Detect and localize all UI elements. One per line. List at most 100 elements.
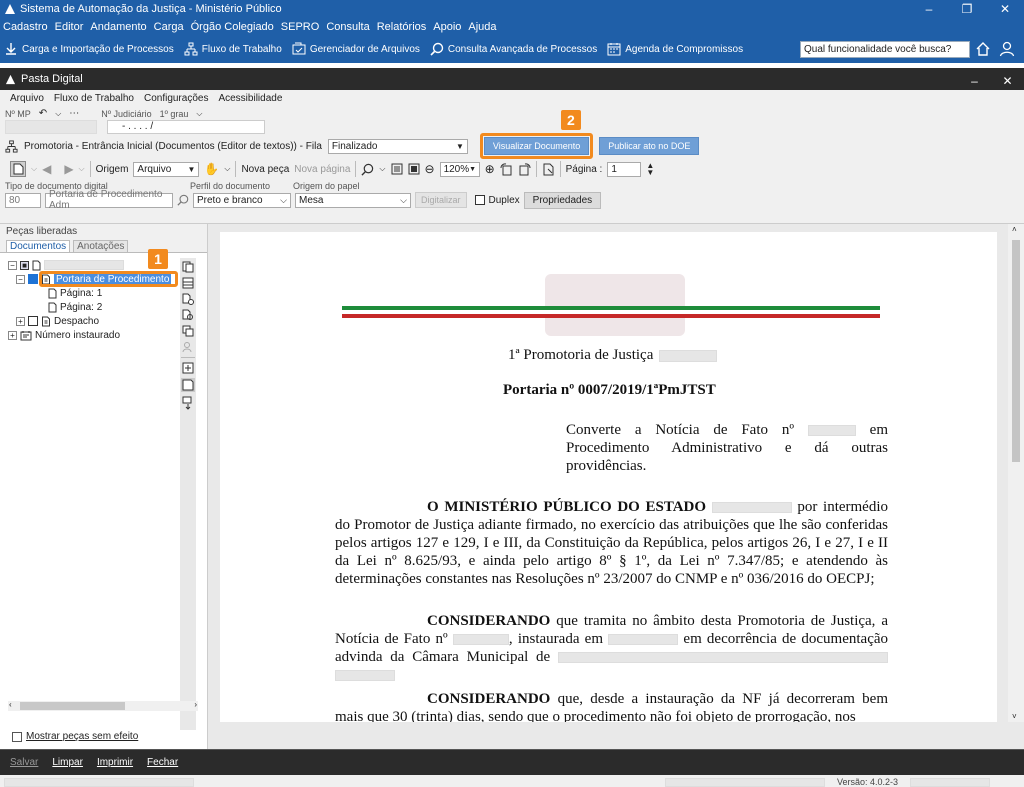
menu-ajuda[interactable]: Ajuda	[468, 21, 496, 33]
chevron-down-icon[interactable]: ⌵	[224, 164, 230, 174]
fechar-button[interactable]: Fechar	[147, 757, 178, 768]
add-page-icon[interactable]	[182, 362, 194, 374]
zoom-search-icon[interactable]	[361, 163, 374, 176]
child-close-button[interactable]: ✕	[991, 70, 1024, 88]
scroll-right-icon[interactable]: ›	[194, 700, 197, 709]
menu-cadastro[interactable]: Cadastro	[3, 21, 48, 33]
mostrar-pecas-checkbox[interactable]	[12, 731, 22, 742]
scroll-down-icon[interactable]: ˅	[1012, 712, 1017, 721]
child-minimize-button[interactable]: –	[958, 70, 991, 88]
quick-carga-importacao[interactable]: Carga e Importação de Processos	[4, 42, 174, 56]
quick-agenda[interactable]: Agenda de Compromissos	[607, 42, 743, 56]
menu-sepro[interactable]: SEPRO	[281, 21, 320, 33]
zoom-in-icon[interactable]: ⊕	[485, 162, 495, 176]
rotate-left-icon[interactable]	[500, 162, 513, 176]
zoom-select[interactable]: 120% ▼	[439, 161, 480, 177]
menu-andamento[interactable]: Andamento	[90, 21, 146, 33]
menu-apoio[interactable]: Apoio	[433, 21, 461, 33]
feature-search-input[interactable]: Qual funcionalidade você busca?	[800, 40, 970, 58]
chevron-down-icon[interactable]: ⌵	[79, 164, 85, 174]
page-select-icon[interactable]	[542, 163, 555, 176]
chevron-down-icon[interactable]: ⌵	[55, 109, 61, 119]
tree-item-despacho[interactable]: + Despacho	[8, 314, 178, 328]
user-button[interactable]	[996, 41, 1018, 57]
portaria-checkbox[interactable]	[28, 274, 38, 284]
tipo-code-field[interactable]: 80	[5, 192, 41, 208]
menu-relatorios[interactable]: Relatórios	[377, 21, 427, 33]
digitalizar-button[interactable]: Digitalizar	[415, 192, 467, 208]
nova-pagina-button[interactable]: Nova página	[294, 164, 350, 175]
zoom-out-icon[interactable]: ⊖	[425, 162, 435, 176]
hand-icon[interactable]: ✋	[204, 162, 219, 176]
expand-minus-icon[interactable]: −	[8, 260, 17, 270]
fila-select[interactable]: Finalizado ▼	[327, 138, 468, 154]
tab-anotacoes[interactable]: Anotações	[73, 239, 129, 252]
tipo-documento-field[interactable]: Portaria de Procedimento Adm	[45, 189, 173, 211]
fit-page-icon[interactable]	[408, 163, 420, 175]
limpar-button[interactable]: Limpar	[52, 757, 83, 768]
expand-plus-icon[interactable]: +	[8, 330, 17, 340]
origem-papel-select[interactable]: Mesa ⌵	[295, 192, 411, 208]
tree-horizontal-scrollbar[interactable]: ‹ ›	[8, 700, 198, 711]
menu-fluxo-trabalho[interactable]: Fluxo de Trabalho	[54, 93, 134, 104]
restore-button[interactable]: ❐	[948, 0, 986, 18]
scroll-left-icon[interactable]: ‹	[9, 700, 12, 709]
menu-consulta[interactable]: Consulta	[326, 21, 369, 33]
viewer-scrollbar-thumb[interactable]	[1012, 240, 1020, 462]
viewer-vertical-scrollbar[interactable]: ˄ ˅	[1008, 224, 1024, 722]
tree-item-numero[interactable]: + Número instaurado	[8, 328, 178, 342]
salvar-button[interactable]: Salvar	[10, 757, 38, 768]
list-view-icon[interactable]	[182, 277, 194, 289]
quick-consulta-avancada[interactable]: Consulta Avançada de Processos	[430, 42, 597, 56]
mp-number-field[interactable]	[5, 120, 97, 134]
disabled-users-icon[interactable]	[182, 341, 194, 353]
visualizar-documento-button[interactable]: Visualizar Documento	[483, 137, 590, 155]
document-view-toggle[interactable]	[10, 161, 26, 177]
close-button[interactable]: ✕	[986, 0, 1024, 18]
judicial-number-field[interactable]: - . . . . /	[107, 120, 265, 134]
page-spinner-icon[interactable]: ▲ ▼	[646, 162, 654, 177]
fit-width-icon[interactable]	[391, 163, 403, 175]
menu-arquivo[interactable]: Arquivo	[10, 93, 44, 104]
imprimir-button[interactable]: Imprimir	[97, 757, 133, 768]
rotate-right-icon[interactable]	[518, 162, 531, 176]
more-icon[interactable]: ⋯	[69, 108, 79, 119]
quick-fluxo-trabalho[interactable]: Fluxo de Trabalho	[184, 42, 282, 56]
scrollbar-thumb[interactable]	[20, 702, 125, 710]
chevron-down-icon[interactable]: ⌵	[379, 164, 385, 174]
search-document-icon[interactable]	[182, 309, 194, 321]
undo-icon[interactable]: ↶	[39, 108, 47, 119]
nova-peca-button[interactable]: Nova peça	[241, 164, 289, 175]
previous-icon[interactable]: ◀	[42, 162, 51, 176]
duplex-checkbox[interactable]	[474, 195, 485, 205]
search-icon[interactable]	[177, 194, 189, 206]
tab-documentos[interactable]: Documentos	[6, 239, 71, 252]
pagina-input[interactable]: 1	[607, 161, 642, 177]
menu-configuracoes[interactable]: Configurações	[144, 93, 208, 104]
menu-orgao-colegiado[interactable]: Órgão Colegiado	[191, 21, 274, 33]
duplicate-icon[interactable]	[182, 325, 194, 337]
scroll-up-icon[interactable]: ˄	[1012, 225, 1017, 234]
perfil-select[interactable]: Preto e branco ⌵	[193, 192, 291, 208]
chevron-down-icon[interactable]: ⌵	[31, 164, 37, 174]
move-icon[interactable]	[182, 396, 194, 410]
despacho-checkbox[interactable]	[28, 316, 38, 326]
tree-page-1[interactable]: Página: 1	[8, 286, 178, 300]
publicar-doe-button[interactable]: Publicar ato no DOE	[599, 137, 700, 155]
home-button[interactable]	[972, 41, 994, 57]
tree-page-2[interactable]: Página: 2	[8, 300, 178, 314]
annotation-icon[interactable]	[181, 378, 195, 392]
menu-carga[interactable]: Carga	[154, 21, 184, 33]
expand-minus-icon[interactable]: −	[16, 274, 25, 284]
tree-view-icon[interactable]	[182, 261, 194, 273]
propriedades-button[interactable]: Propriedades	[523, 191, 602, 209]
quick-gerenciador-arquivos[interactable]: Gerenciador de Arquivos	[292, 42, 420, 56]
copy-document-icon[interactable]	[182, 293, 194, 305]
menu-acessibilidade[interactable]: Acessibilidade	[218, 93, 282, 104]
next-icon[interactable]: ▶	[64, 162, 73, 176]
grau-chevron-icon[interactable]: ⌵	[196, 109, 202, 119]
origem-select[interactable]: Arquivo ▼	[133, 161, 200, 177]
expand-plus-icon[interactable]: +	[16, 316, 25, 326]
menu-editor[interactable]: Editor	[55, 21, 84, 33]
minimize-button[interactable]: –	[910, 0, 948, 18]
